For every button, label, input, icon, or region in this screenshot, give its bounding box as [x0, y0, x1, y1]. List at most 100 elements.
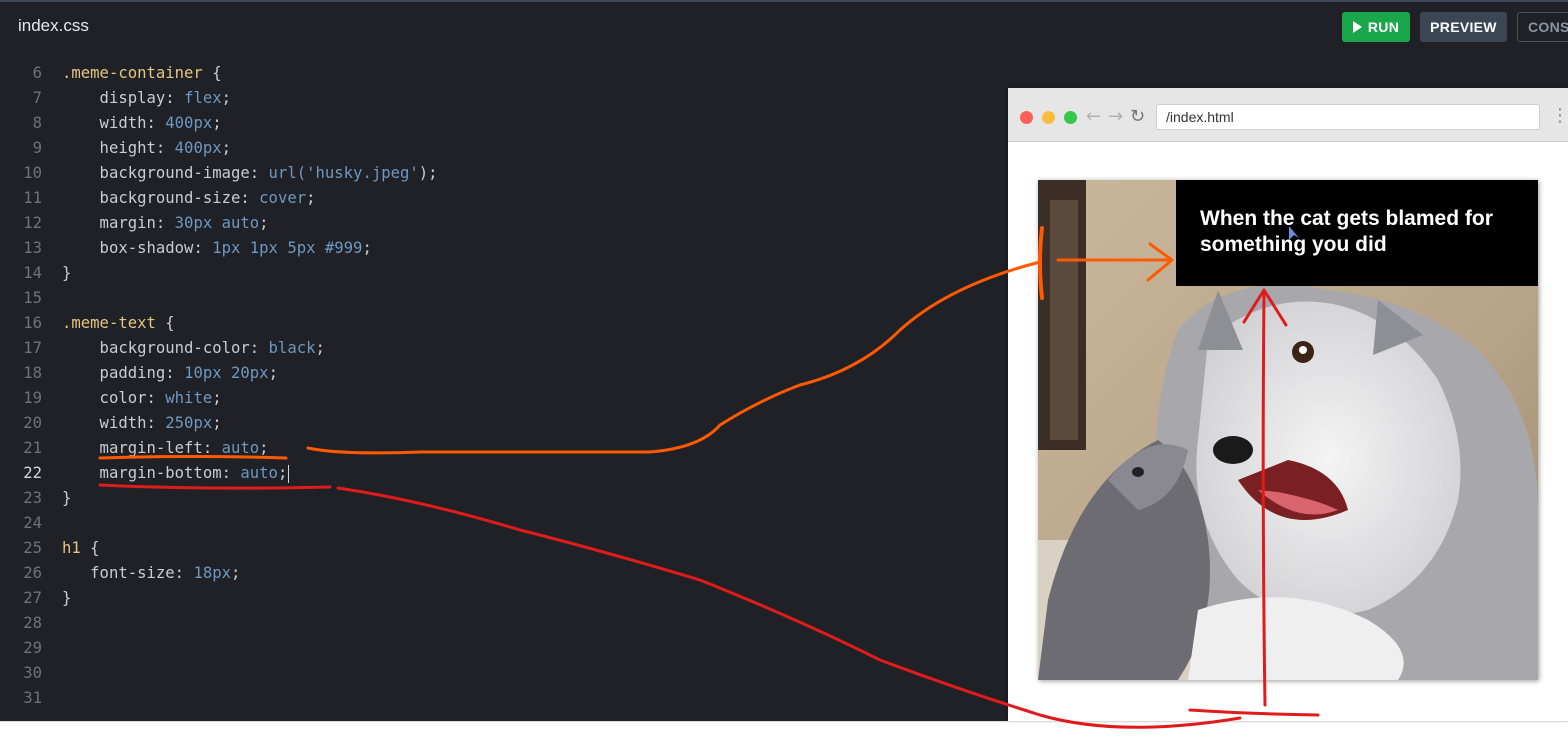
- code-line[interactable]: 11 background-size: cover;: [0, 186, 1008, 211]
- code-token: :: [202, 439, 222, 457]
- line-number: 31: [23, 689, 42, 707]
- code-line[interactable]: 27}: [0, 586, 1008, 611]
- code-token: 400px: [174, 139, 222, 157]
- code-token: black: [268, 339, 316, 357]
- line-number: 28: [23, 614, 42, 632]
- code-line[interactable]: 19 color: white;: [0, 386, 1008, 411]
- code-token: :: [174, 564, 194, 582]
- line-number: 12: [23, 214, 42, 232]
- code-token: :: [249, 339, 269, 357]
- code-token: display: [62, 89, 166, 107]
- code-line[interactable]: 26 font-size: 18px;: [0, 561, 1008, 586]
- code-line[interactable]: 17 background-color: black;: [0, 336, 1008, 361]
- kebab-menu-icon[interactable]: ⋮: [1551, 105, 1568, 126]
- code-line[interactable]: 20 width: 250px;: [0, 411, 1008, 436]
- code-line[interactable]: 31: [0, 686, 1008, 711]
- code-text: box-shadow: 1px 1px 5px #999;: [62, 236, 372, 261]
- code-token: margin: [62, 214, 156, 232]
- code-token: background-color: [62, 339, 250, 357]
- code-token: width: [62, 114, 147, 132]
- code-token: color: [62, 389, 147, 407]
- code-text: color: white;: [62, 386, 222, 411]
- code-line[interactable]: 12 margin: 30px auto;: [0, 211, 1008, 236]
- code-text: h1 {: [62, 536, 100, 561]
- url-bar[interactable]: /index.html: [1156, 104, 1540, 130]
- window-minimize-icon[interactable]: [1042, 111, 1055, 124]
- code-line[interactable]: 23}: [0, 486, 1008, 511]
- code-line[interactable]: 13 box-shadow: 1px 1px 5px #999;: [0, 236, 1008, 261]
- code-line[interactable]: 29: [0, 636, 1008, 661]
- code-line[interactable]: 22 margin-bottom: auto;: [0, 461, 1008, 486]
- code-token: ;: [268, 364, 278, 382]
- meme-text-box: When the cat gets blamed for something y…: [1176, 180, 1538, 286]
- code-text: font-size: 18px;: [62, 561, 240, 586]
- code-token: :: [155, 214, 175, 232]
- code-line[interactable]: 18 padding: 10px 20px;: [0, 361, 1008, 386]
- code-token: auto: [221, 439, 260, 457]
- line-number: 27: [23, 589, 42, 607]
- console-button[interactable]: CONS: [1517, 12, 1568, 42]
- code-token: ;: [362, 239, 372, 257]
- code-token: }: [62, 589, 72, 607]
- code-token: cover: [259, 189, 307, 207]
- line-number: 11: [23, 189, 42, 207]
- code-text: width: 400px;: [62, 111, 222, 136]
- code-token: }: [62, 489, 72, 507]
- code-text: display: flex;: [62, 86, 231, 111]
- code-line[interactable]: 9 height: 400px;: [0, 136, 1008, 161]
- code-text: padding: 10px 20px;: [62, 361, 278, 386]
- line-number: 6: [32, 64, 42, 82]
- code-line[interactable]: 7 display: flex;: [0, 86, 1008, 111]
- code-text: margin-left: auto;: [62, 436, 269, 461]
- code-token: 'husky.jpeg': [306, 164, 419, 182]
- code-token: {: [155, 314, 175, 332]
- preview-button[interactable]: PREVIEW: [1420, 12, 1507, 42]
- code-token: :: [146, 414, 166, 432]
- window-close-icon[interactable]: [1020, 111, 1033, 124]
- code-token: .meme-container: [62, 64, 203, 82]
- code-lines[interactable]: 6 .meme-container {7 display: flex; 8 widt…: [0, 38, 1008, 721]
- reload-icon[interactable]: ↻: [1130, 106, 1145, 127]
- code-text: background-size: cover;: [62, 186, 316, 211]
- forward-arrow-icon[interactable]: →: [1108, 106, 1123, 127]
- file-title: index.css: [18, 16, 89, 35]
- back-arrow-icon[interactable]: ←: [1086, 106, 1101, 127]
- code-token: height: [62, 139, 156, 157]
- code-line[interactable]: 15: [0, 286, 1008, 311]
- line-number: 13: [23, 239, 42, 257]
- line-number: 7: [32, 89, 42, 107]
- code-token: 1px 1px 5px #999: [212, 239, 363, 257]
- run-button[interactable]: RUN: [1342, 12, 1410, 42]
- code-text: background-color: black;: [62, 336, 325, 361]
- code-line[interactable]: 24: [0, 511, 1008, 536]
- code-line[interactable]: 21 margin-left: auto;: [0, 436, 1008, 461]
- code-line[interactable]: 14}: [0, 261, 1008, 286]
- code-token: margin-bottom: [62, 464, 222, 482]
- code-line[interactable]: 30: [0, 661, 1008, 686]
- code-token: :: [165, 364, 185, 382]
- code-text: .meme-text {: [62, 311, 175, 336]
- code-line[interactable]: 28: [0, 611, 1008, 636]
- code-token: 18px: [193, 564, 232, 582]
- meme-container: When the cat gets blamed for something y…: [1038, 180, 1538, 680]
- code-line[interactable]: 6 .meme-container {: [0, 61, 1008, 86]
- window-maximize-icon[interactable]: [1064, 111, 1077, 124]
- code-line[interactable]: 10 background-image: url('husky.jpeg');: [0, 161, 1008, 186]
- code-line[interactable]: 8 width: 400px;: [0, 111, 1008, 136]
- code-line[interactable]: 16 .meme-text {: [0, 311, 1008, 336]
- code-token: auto: [240, 464, 278, 482]
- code-token: :: [165, 89, 185, 107]
- code-line[interactable]: 25 h1 {: [0, 536, 1008, 561]
- code-token: ;: [212, 114, 222, 132]
- line-number: 10: [23, 164, 42, 182]
- code-token: :: [146, 114, 166, 132]
- code-token: margin-left: [62, 439, 203, 457]
- preview-browser-window: ← → ↻ /index.html ⋮ When the cat gets bl…: [1008, 88, 1568, 721]
- code-token: ;: [221, 139, 232, 157]
- line-number: 19: [23, 389, 42, 407]
- code-token: flex: [184, 89, 222, 107]
- console-button-label: CONS: [1528, 19, 1568, 35]
- code-token: :: [155, 139, 175, 157]
- preview-button-label: PREVIEW: [1430, 19, 1497, 35]
- code-token: :: [193, 239, 213, 257]
